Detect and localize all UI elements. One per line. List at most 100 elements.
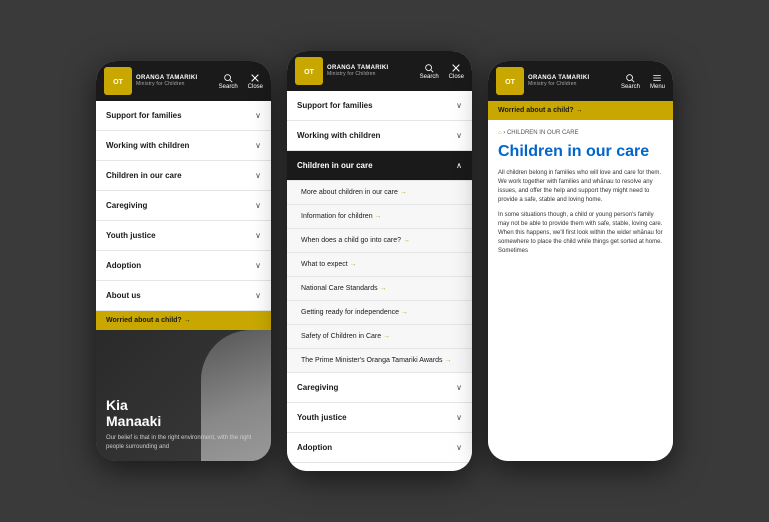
phone-content-page: OT ORANGA TAMARIKI Ministry for Children (488, 61, 673, 461)
nav-sublabel: Safety of Children in Care → (301, 333, 390, 340)
nav-label: Adoption (297, 443, 332, 452)
phone-nav-closed: OT ORANGA TAMARIKI Ministry for Children (96, 61, 271, 461)
nav-item-adoption[interactable]: Adoption (96, 251, 271, 281)
chevron-icon (255, 111, 261, 120)
search-icon-2 (424, 63, 434, 73)
chevron-icon (456, 413, 462, 422)
nav-subitem-what[interactable]: What to expect → (287, 253, 472, 277)
screen-3: OT ORANGA TAMARIKI Ministry for Children (488, 61, 673, 461)
nav-item-youth-justice[interactable]: Youth justice (96, 221, 271, 251)
nav-label: Caregiving (106, 201, 147, 210)
nav-item-working-children[interactable]: Working with children (96, 131, 271, 161)
logo-text-1: ORANGA TAMARIKI Ministry for Children (136, 75, 198, 87)
hero-desc: Our belief is that in the right environm… (106, 434, 261, 451)
nav-item-2-caregiving[interactable]: Caregiving (287, 373, 472, 403)
close-button-1[interactable]: Close (248, 73, 263, 90)
nav-subitem-standards[interactable]: National Care Standards → (287, 277, 472, 301)
logo-subtitle-2: Ministry for Children (327, 71, 389, 77)
nav-item-support-families[interactable]: Support for families (96, 101, 271, 131)
breadcrumb-home[interactable]: ⌂ (498, 130, 502, 136)
chevron-icon (255, 291, 261, 300)
nav-label: Youth justice (106, 231, 156, 240)
close-label-2: Close (449, 74, 464, 80)
logo-icon-2: OT (301, 63, 317, 79)
nav-label: About us (106, 291, 141, 300)
breadcrumb-section: CHILDREN IN OUR CARE (507, 130, 579, 136)
screen-2: OT ORANGA TAMARIKI Ministry for Children (287, 51, 472, 471)
body-paragraph-1: All children belong in families who will… (498, 169, 663, 205)
nav-label: Support for families (297, 101, 373, 110)
logo-badge-2: OT (295, 57, 323, 85)
hero-content: KiaManaaki Our belief is that in the rig… (106, 397, 261, 451)
breadcrumb: ⌂ › CHILDREN IN OUR CARE (498, 130, 663, 136)
nav-item-caregiving[interactable]: Caregiving (96, 191, 271, 221)
logo-badge-3: OT (496, 67, 524, 95)
logo-area-1: OT ORANGA TAMARIKI Ministry for Children (104, 67, 198, 95)
chevron-icon (255, 231, 261, 240)
nav-subitem-more[interactable]: More about children in our care → (287, 181, 472, 205)
svg-text:OT: OT (113, 79, 123, 86)
nav-item-2-youth[interactable]: Youth justice (287, 403, 472, 433)
screen-1: OT ORANGA TAMARIKI Ministry for Children (96, 61, 271, 461)
hero-title: KiaManaaki (106, 397, 261, 431)
logo-icon-3: OT (502, 73, 518, 89)
nav-label: Children in our care (106, 171, 182, 180)
header-actions-3: Search Menu (621, 73, 665, 90)
search-button-2[interactable]: Search (420, 63, 439, 80)
page-title: Children in our care (498, 142, 663, 161)
nav-subitem-info[interactable]: Information for children → (287, 205, 472, 229)
nav-sublabel: Getting ready for independence → (301, 309, 408, 316)
search-label-3: Search (621, 84, 640, 90)
nav-sublabel: Information for children → (301, 213, 382, 220)
nav-sublabel: More about children in our care → (301, 189, 407, 196)
cta-bar-1[interactable]: Worried about a child? → (96, 311, 271, 330)
cta-bar-3-top[interactable]: Worried about a child? → (488, 101, 673, 120)
nav-sublabel: The Prime Minister's Oranga Tamariki Awa… (301, 357, 451, 364)
logo-subtitle-1: Ministry for Children (136, 81, 198, 87)
chevron-icon (255, 171, 261, 180)
menu-button-3[interactable]: Menu (650, 73, 665, 90)
logo-text-3: ORANGA TAMARIKI Ministry for Children (528, 75, 590, 87)
logo-text-2: ORANGA TAMARIKI Ministry for Children (327, 65, 389, 77)
nav-sublabel: What to expect → (301, 261, 357, 268)
nav-subitem-safety[interactable]: Safety of Children in Care → (287, 325, 472, 349)
logo-badge-1: OT (104, 67, 132, 95)
header-2: OT ORANGA TAMARIKI Ministry for Children (287, 51, 472, 91)
search-label-1: Search (219, 84, 238, 90)
close-button-2[interactable]: Close (449, 63, 464, 80)
nav-item-2-support[interactable]: Support for families (287, 91, 472, 121)
logo-icon-1: OT (110, 73, 126, 89)
search-button-3[interactable]: Search (621, 73, 640, 90)
nav-sublabel: When does a child go into care? → (301, 237, 410, 244)
chevron-icon (456, 101, 462, 110)
search-label-2: Search (420, 74, 439, 80)
page-body: All children belong in families who will… (498, 169, 663, 256)
header-3: OT ORANGA TAMARIKI Ministry for Children (488, 61, 673, 101)
svg-text:OT: OT (505, 79, 515, 86)
nav-item-2-adoption[interactable]: Adoption (287, 433, 472, 463)
nav-item-2-about[interactable]: About us (287, 463, 472, 471)
nav-subitem-independence[interactable]: Getting ready for independence → (287, 301, 472, 325)
nav-list-2: Support for families Working with childr… (287, 91, 472, 471)
nav-item-about-us[interactable]: About us (96, 281, 271, 311)
logo-area-2: OT ORANGA TAMARIKI Ministry for Children (295, 57, 389, 85)
cta-text-3: Worried about a child? → (498, 107, 583, 114)
nav-subitem-awards[interactable]: The Prime Minister's Oranga Tamariki Awa… (287, 349, 472, 373)
chevron-icon (456, 131, 462, 140)
nav-subitem-when[interactable]: When does a child go into care? → (287, 229, 472, 253)
nav-item-2-children-care[interactable]: Children in our care (287, 151, 472, 181)
logo-area-3: OT ORANGA TAMARIKI Ministry for Children (496, 67, 590, 95)
nav-label: Caregiving (297, 383, 338, 392)
nav-label: Children in our care (297, 161, 373, 170)
chevron-icon (255, 141, 261, 150)
nav-list-1: Support for families Working with childr… (96, 101, 271, 461)
hero-section: KiaManaaki Our belief is that in the rig… (96, 330, 271, 461)
logo-subtitle-3: Ministry for Children (528, 81, 590, 87)
nav-label: Support for families (106, 111, 182, 120)
content-area: ⌂ › CHILDREN IN OUR CARE Children in our… (488, 120, 673, 461)
nav-item-2-working[interactable]: Working with children (287, 121, 472, 151)
nav-subitems-children-care: More about children in our care → Inform… (287, 181, 472, 373)
search-button-1[interactable]: Search (219, 73, 238, 90)
nav-label: Working with children (297, 131, 380, 140)
nav-item-children-care[interactable]: Children in our care (96, 161, 271, 191)
